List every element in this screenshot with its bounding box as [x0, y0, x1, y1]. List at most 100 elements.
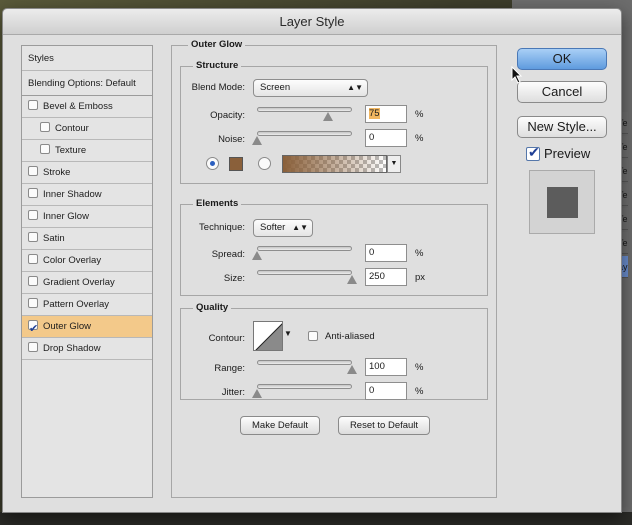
mouse-cursor-icon	[511, 66, 523, 84]
spread-percent: %	[415, 248, 424, 259]
style-item[interactable]: Pattern Overlay	[22, 294, 152, 316]
range-slider[interactable]	[257, 360, 352, 365]
opacity-percent: %	[415, 109, 424, 120]
style-item-checkbox[interactable]	[28, 100, 38, 110]
style-item[interactable]: Outer Glow	[22, 316, 152, 340]
structure-group: Structure Blend Mode: Screen ▲▼ Opacity:…	[180, 60, 488, 184]
new-style-button[interactable]: New Style...	[517, 116, 607, 138]
cancel-button[interactable]: Cancel	[517, 81, 607, 103]
opacity-slider[interactable]	[257, 107, 352, 112]
style-item-checkbox[interactable]	[28, 318, 38, 340]
blend-mode-select[interactable]: Screen ▲▼	[253, 79, 368, 97]
spread-input[interactable]: 0	[365, 244, 407, 262]
contour-label: Contour:	[208, 333, 245, 344]
range-label: Range:	[214, 363, 245, 374]
blend-mode-label: Blend Mode:	[191, 82, 245, 93]
preview-label: Preview	[544, 146, 591, 161]
style-item-checkbox[interactable]	[40, 122, 50, 132]
updown-arrows-icon: ▲▼	[292, 223, 308, 232]
size-px: px	[415, 272, 426, 283]
solid-color-radio[interactable]	[206, 157, 219, 170]
jitter-slider-thumb[interactable]	[252, 389, 262, 398]
updown-arrows-icon: ▲▼	[347, 83, 363, 92]
style-item-label: Bevel & Emboss	[43, 101, 113, 112]
style-item[interactable]: Gradient Overlay	[22, 272, 152, 294]
spread-slider[interactable]	[257, 246, 352, 251]
style-item-label: Outer Glow	[43, 321, 92, 332]
outer-glow-panel: Outer Glow Structure Blend Mode: Screen …	[171, 39, 497, 498]
noise-slider[interactable]	[257, 131, 352, 136]
style-item[interactable]: Texture	[22, 140, 152, 162]
spread-slider-thumb[interactable]	[252, 251, 262, 260]
preview-thumbnail	[529, 170, 595, 234]
quality-title: Quality	[193, 302, 232, 313]
opacity-slider-thumb[interactable]	[323, 112, 334, 121]
ok-button[interactable]: OK	[517, 48, 607, 70]
style-item[interactable]: Stroke	[22, 162, 152, 184]
noise-slider-thumb[interactable]	[252, 136, 262, 145]
range-slider-thumb[interactable]	[347, 365, 357, 374]
size-slider[interactable]	[257, 270, 352, 275]
gradient-dropdown-icon[interactable]: ▼	[387, 155, 401, 173]
style-item-label: Texture	[55, 145, 87, 156]
style-item[interactable]: Contour	[22, 118, 152, 140]
contour-dropdown-icon[interactable]: ▼	[284, 329, 292, 338]
gradient-preview[interactable]	[282, 155, 387, 173]
style-item-checkbox[interactable]	[28, 342, 38, 352]
opacity-label: Opacity:	[210, 110, 245, 121]
style-item-label: Inner Shadow	[43, 189, 102, 200]
style-item-label: Color Overlay	[43, 255, 102, 266]
style-item-checkbox[interactable]	[28, 276, 38, 286]
style-item-checkbox[interactable]	[28, 210, 38, 220]
style-item-label: Drop Shadow	[43, 343, 101, 354]
opacity-input[interactable]: 75	[365, 105, 407, 123]
style-item-label: Contour	[55, 123, 89, 134]
style-item-label: Satin	[43, 233, 65, 244]
structure-title: Structure	[193, 60, 242, 71]
style-item-checkbox[interactable]	[28, 254, 38, 264]
style-item[interactable]: Inner Shadow	[22, 184, 152, 206]
anti-aliased-checkbox[interactable]	[308, 331, 318, 341]
preview-square	[547, 187, 578, 218]
dialog-title: Layer Style	[3, 9, 621, 35]
blending-options-item[interactable]: Blending Options: Default	[22, 71, 152, 96]
jitter-slider[interactable]	[257, 384, 352, 389]
range-input[interactable]: 100	[365, 358, 407, 376]
jitter-label: Jitter:	[221, 387, 245, 398]
noise-input[interactable]: 0	[365, 129, 407, 147]
style-item-checkbox[interactable]	[28, 298, 38, 308]
style-item-checkbox[interactable]	[28, 232, 38, 242]
reset-default-button[interactable]: Reset to Default	[338, 416, 430, 435]
gradient-radio[interactable]	[258, 157, 271, 170]
technique-select[interactable]: Softer ▲▼	[253, 219, 313, 237]
noise-label: Noise:	[218, 134, 245, 145]
layer-style-dialog: Layer Style Styles Blending Options: Def…	[2, 8, 622, 513]
style-item[interactable]: Satin	[22, 228, 152, 250]
opacity-value: 75	[369, 108, 380, 119]
contour-picker[interactable]	[253, 321, 283, 351]
quality-group: Quality Contour: ▼ Anti-aliased Range: 1…	[180, 302, 488, 400]
technique-value: Softer	[260, 222, 286, 233]
make-default-button[interactable]: Make Default	[240, 416, 320, 435]
style-item-checkbox[interactable]	[28, 188, 38, 198]
style-item-label: Stroke	[43, 167, 71, 178]
preview-checkbox[interactable]	[526, 144, 540, 161]
style-item-checkbox[interactable]	[28, 166, 38, 176]
blend-mode-value: Screen	[260, 82, 291, 93]
noise-percent: %	[415, 133, 424, 144]
style-item-label: Pattern Overlay	[43, 299, 109, 310]
styles-header[interactable]: Styles	[22, 46, 152, 71]
style-item-checkbox[interactable]	[40, 144, 50, 154]
glow-color-swatch[interactable]	[229, 157, 243, 171]
size-input[interactable]: 250	[365, 268, 407, 286]
style-item[interactable]: Color Overlay	[22, 250, 152, 272]
style-item-label: Gradient Overlay	[43, 277, 115, 288]
style-item[interactable]: Bevel & Emboss	[22, 96, 152, 118]
contour-curve-icon	[255, 323, 282, 350]
style-item[interactable]: Drop Shadow	[22, 338, 152, 360]
jitter-input[interactable]: 0	[365, 382, 407, 400]
style-item[interactable]: Inner Glow	[22, 206, 152, 228]
size-slider-thumb[interactable]	[347, 275, 357, 284]
anti-aliased-label: Anti-aliased	[325, 331, 375, 342]
elements-group: Elements Technique: Softer ▲▼ Spread: 0 …	[180, 198, 488, 296]
